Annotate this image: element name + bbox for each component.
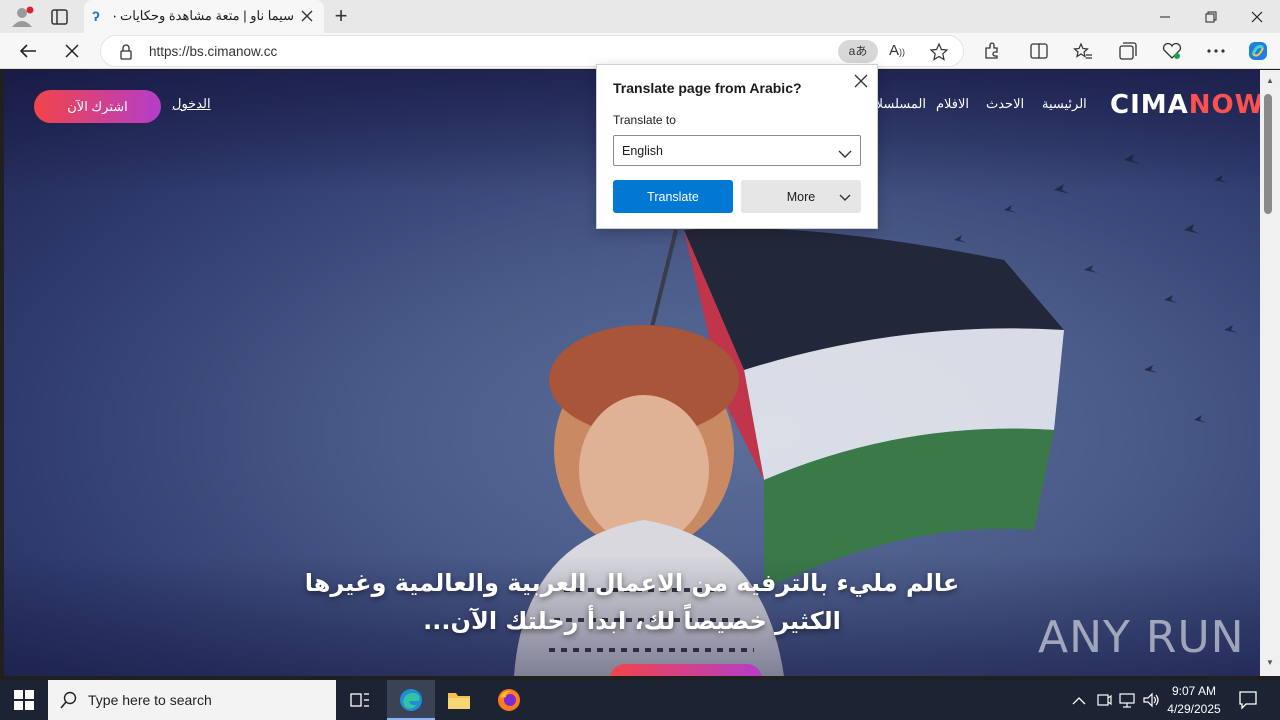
translate-title: Translate page from Arabic? xyxy=(613,80,802,96)
scroll-up-arrow-icon[interactable]: ▲ xyxy=(1266,76,1274,85)
windows-start-icon[interactable] xyxy=(14,690,34,710)
lock-icon[interactable] xyxy=(119,44,133,60)
more-button[interactable]: More xyxy=(741,180,861,213)
nav-latest[interactable]: الاحدث xyxy=(986,96,1024,112)
page-scrollbar[interactable]: ▲ ▼ xyxy=(1260,70,1280,676)
translate-to-label: Translate to xyxy=(613,113,676,127)
extensions-icon[interactable] xyxy=(977,37,1005,65)
selected-language: English xyxy=(622,144,663,158)
show-hidden-icons-icon[interactable] xyxy=(1072,693,1086,711)
active-tab[interactable]: ʔ سيما ناو | متعة مشاهدة وحكايات جديدة xyxy=(84,0,324,33)
read-aloud-icon[interactable]: A)) xyxy=(889,42,909,62)
language-select[interactable]: English xyxy=(613,135,861,166)
restore-button[interactable] xyxy=(1188,0,1234,33)
address-bar[interactable]: https://bs.cimanow.cc aあ A)) xyxy=(100,35,964,67)
search-placeholder: Type here to search xyxy=(88,692,212,708)
loading-favicon-icon: ʔ xyxy=(92,8,100,24)
clock-time[interactable]: 9:07 AM xyxy=(1164,684,1224,698)
nav-series[interactable]: المسلسلات xyxy=(876,96,926,112)
split-screen-icon[interactable] xyxy=(1025,37,1053,65)
scrollbar-thumb[interactable] xyxy=(1264,94,1272,214)
settings-more-icon[interactable] xyxy=(1202,37,1230,65)
hero-line-1: عالم مليء بالترفيه من الاعمال العربية وا… xyxy=(304,569,960,597)
nav-movies[interactable]: الافلام xyxy=(936,96,969,112)
taskbar-edge-app[interactable] xyxy=(387,680,435,720)
taskbar-search-box[interactable]: Type here to search xyxy=(48,680,336,720)
anyrun-watermark: ANY RUN xyxy=(1038,612,1245,663)
favorites-icon[interactable] xyxy=(1069,37,1097,65)
translate-popup: Translate page from Arabic? Translate to… xyxy=(596,64,878,229)
cimanow-logo[interactable]: CIMANOW xyxy=(1110,90,1260,120)
edge-icon xyxy=(400,689,422,711)
chevron-down-icon xyxy=(838,146,852,164)
network-icon[interactable] xyxy=(1118,691,1136,714)
collections-icon[interactable] xyxy=(1114,37,1142,65)
more-button-label: More xyxy=(786,189,816,204)
minimize-button[interactable] xyxy=(1142,0,1188,33)
more-chevron-icon xyxy=(839,191,851,205)
notifications-icon[interactable] xyxy=(1238,690,1258,715)
close-popup-icon[interactable] xyxy=(854,74,868,88)
nav-home[interactable]: الرئيسية xyxy=(1042,96,1087,112)
url-text: https://bs.cimanow.cc xyxy=(149,44,278,59)
windows-taskbar: Type here to search 9:07 AM 4/29/2025 xyxy=(0,680,1280,720)
volume-icon[interactable] xyxy=(1142,691,1160,714)
translate-icon[interactable]: aあ xyxy=(838,40,878,63)
subscribe-now-button[interactable]: اشترك الآن xyxy=(34,90,161,123)
favorite-star-icon[interactable] xyxy=(929,42,949,62)
hero-tagline: عالم مليء بالترفيه من الاعمال العربية وا… xyxy=(304,564,960,640)
task-view-icon[interactable] xyxy=(350,691,370,714)
stop-loading-icon[interactable] xyxy=(58,37,86,65)
search-icon xyxy=(60,691,78,714)
tab-actions-icon[interactable] xyxy=(50,8,70,26)
logo-text-cima: CIMA xyxy=(1110,90,1189,120)
tab-strip: ʔ سيما ناو | متعة مشاهدة وحكايات جديدة + xyxy=(0,0,1280,33)
close-tab-icon[interactable] xyxy=(300,9,314,23)
clock-date[interactable]: 4/29/2025 xyxy=(1164,702,1224,716)
meet-now-icon[interactable] xyxy=(1096,691,1112,714)
hero-line-2: الكثير خصيصاً لك، ابدأ رحلتك الآن... xyxy=(423,607,841,635)
file-explorer-icon[interactable] xyxy=(447,689,471,716)
back-icon[interactable] xyxy=(14,37,42,65)
browser-essentials-icon[interactable] xyxy=(1158,37,1186,65)
profile-icon[interactable] xyxy=(10,6,34,28)
translate-button[interactable]: Translate xyxy=(613,180,733,213)
hero-cta-button[interactable] xyxy=(610,664,762,676)
scroll-down-arrow-icon[interactable]: ▼ xyxy=(1266,658,1274,667)
login-link[interactable]: الدخول xyxy=(172,96,211,112)
new-tab-button[interactable]: + xyxy=(330,4,352,28)
close-window-button[interactable] xyxy=(1234,0,1280,33)
logo-text-now: NOW xyxy=(1188,90,1260,120)
firefox-icon[interactable] xyxy=(497,688,521,717)
copilot-icon[interactable] xyxy=(1244,37,1272,65)
tab-title: سيما ناو | متعة مشاهدة وحكايات جديدة xyxy=(114,8,294,23)
